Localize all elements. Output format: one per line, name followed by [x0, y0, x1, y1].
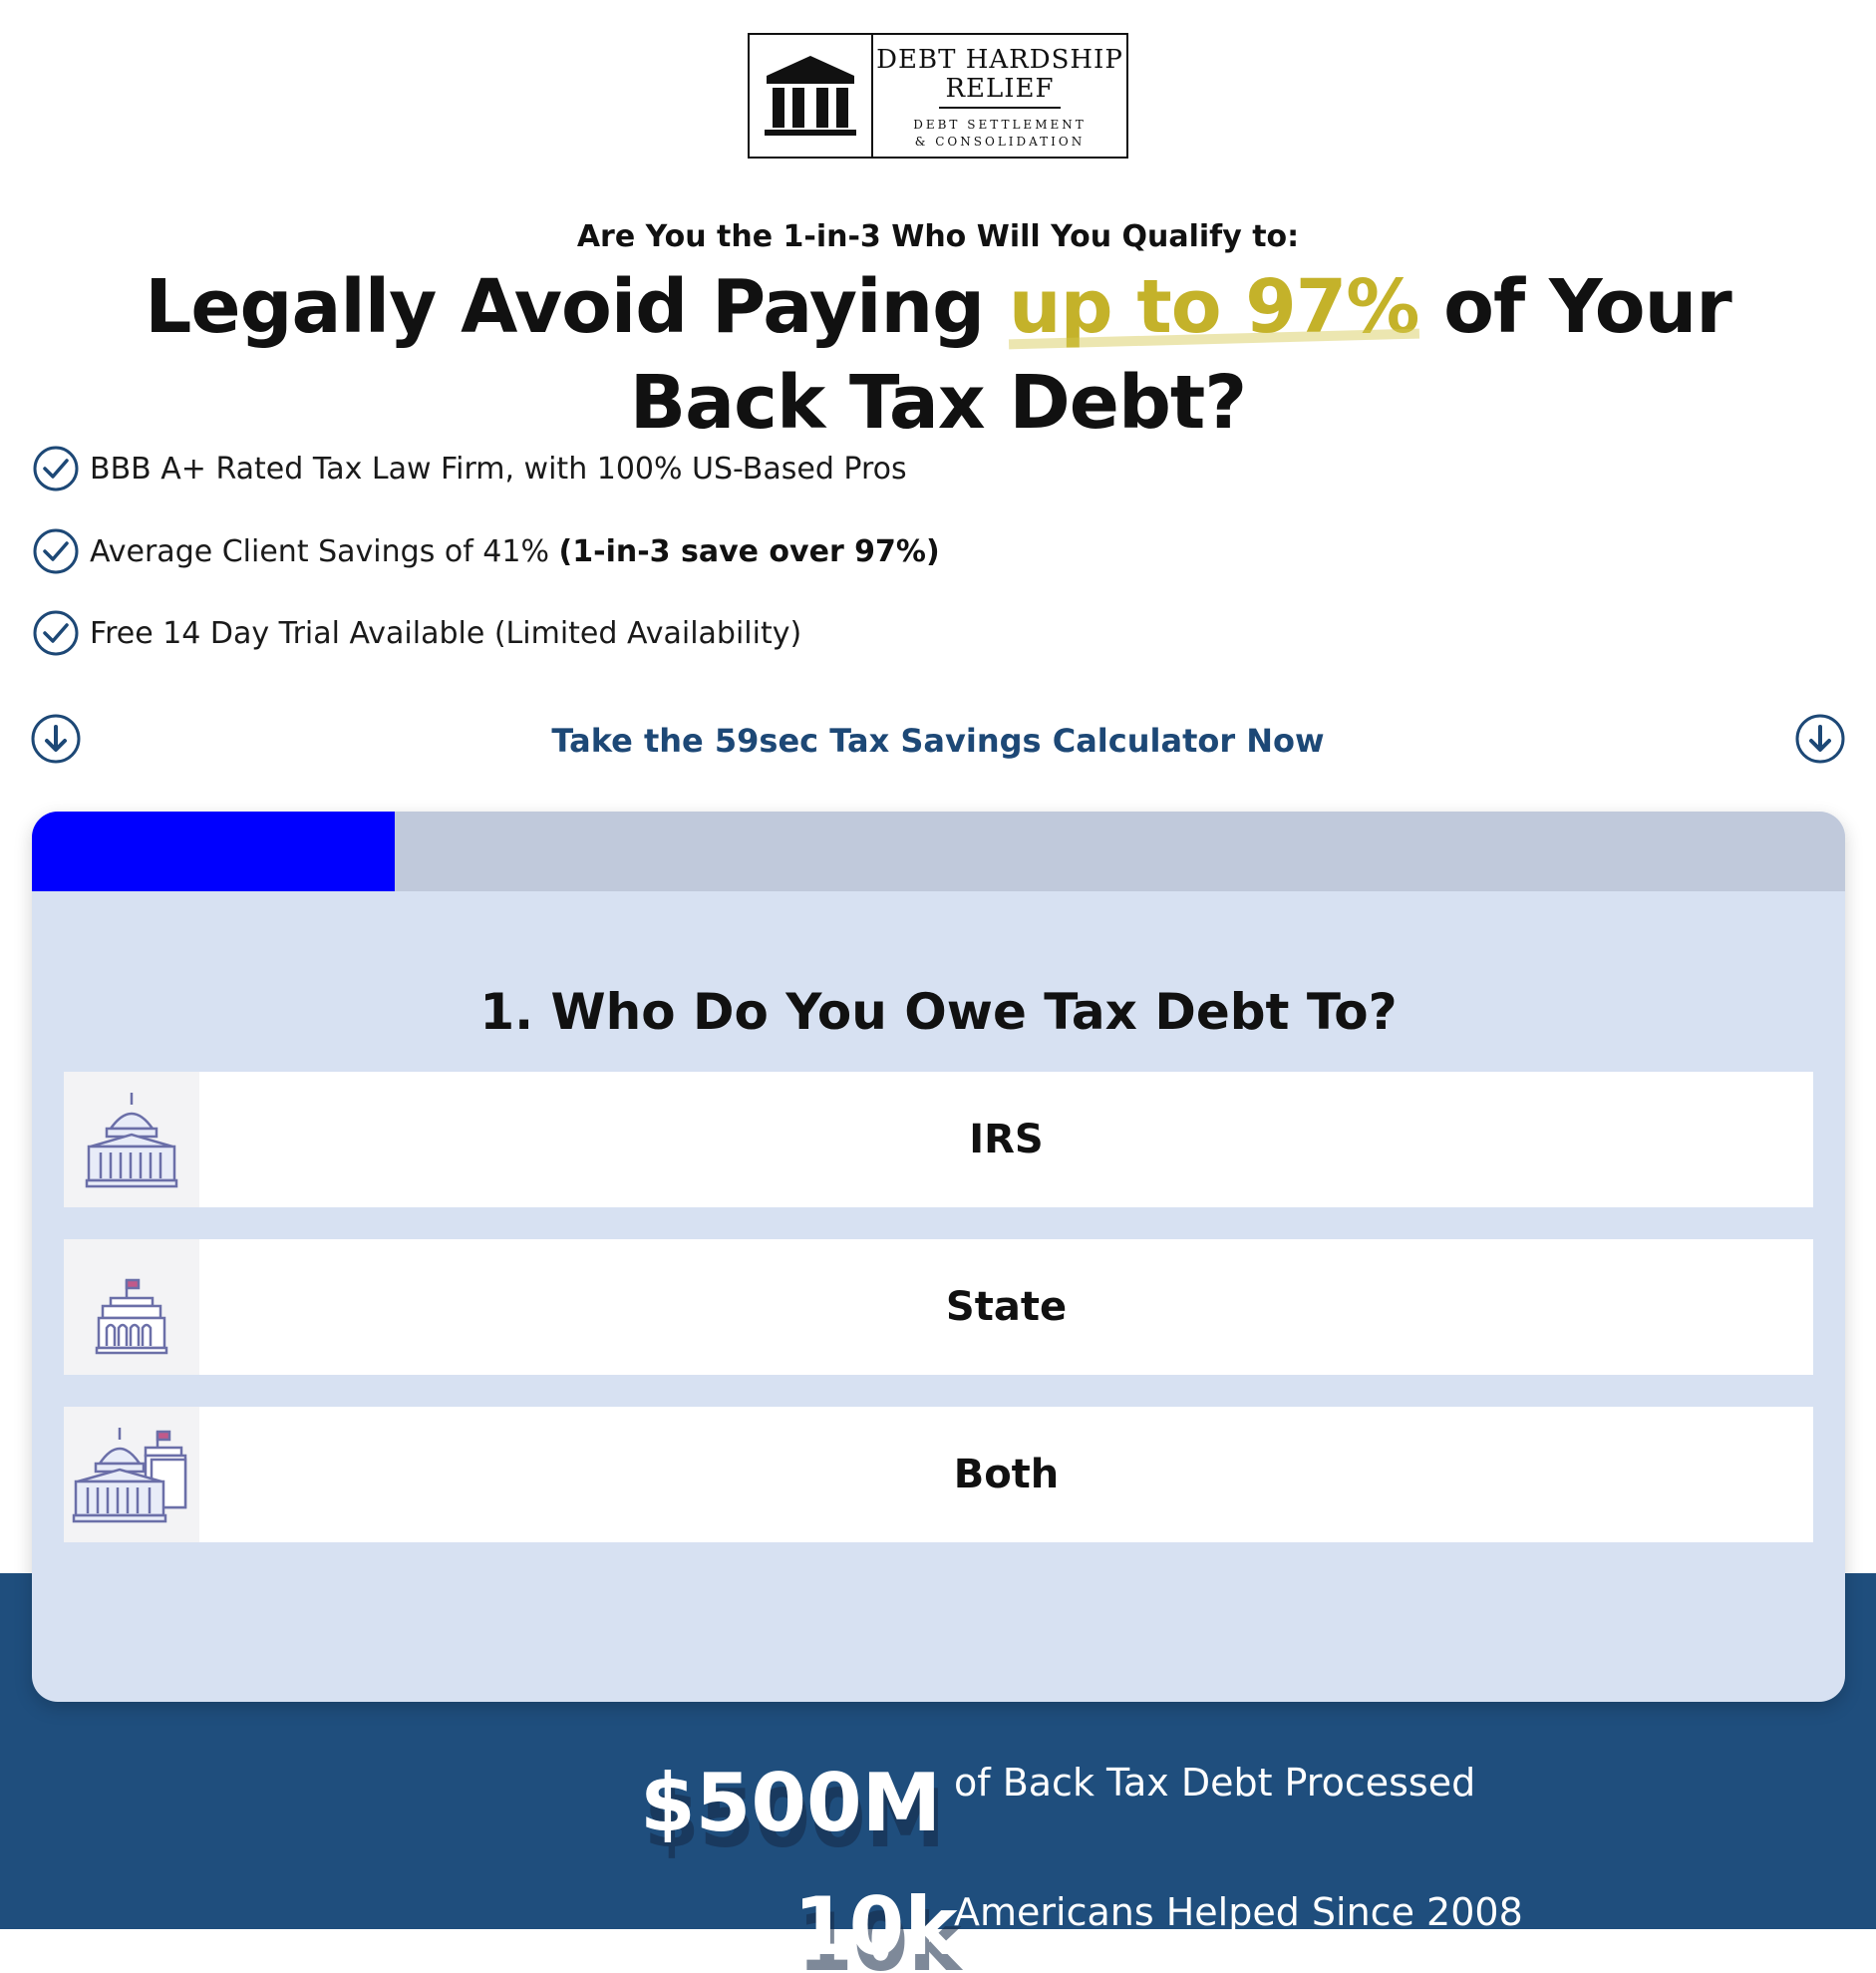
benefit-text: Free 14 Day Trial Available (Limited Ava…	[90, 615, 802, 651]
option-label: IRS	[969, 1117, 1044, 1162]
option-label: State	[945, 1284, 1068, 1330]
benefit-item: Free 14 Day Trial Available (Limited Ava…	[32, 609, 801, 657]
quiz-card: 1. Who Do You Owe Tax Debt To? IRS State…	[32, 812, 1845, 1702]
calculator-cta[interactable]: Take the 59sec Tax Savings Calculator No…	[30, 713, 1846, 765]
quiz-progress-fill	[32, 812, 395, 891]
brand-name-line1: DEBT HARDSHIP	[876, 45, 1123, 75]
brand-text: DEBT HARDSHIP RELIEF DEBT SETTLEMENT & C…	[873, 35, 1126, 157]
hero-eyebrow: Are You the 1-in-3 Who Will You Qualify …	[576, 219, 1300, 254]
hero-headline: Legally Avoid Paying up to 97% of Your B…	[40, 259, 1836, 451]
brand-divider	[939, 107, 1061, 109]
state-building-icon	[64, 1239, 199, 1375]
arrow-down-circle-icon[interactable]	[1794, 713, 1846, 765]
benefit-text: Average Client Savings of 41%	[90, 533, 559, 569]
option-label: Both	[953, 1452, 1060, 1497]
option-irs[interactable]: IRS	[64, 1072, 1813, 1207]
check-circle-icon	[33, 446, 79, 492]
benefit-text: BBB A+ Rated Tax Law Firm, with 100% US-…	[90, 451, 907, 487]
capitol-and-state-building-icon	[64, 1407, 199, 1542]
calculator-cta-link[interactable]: Take the 59sec Tax Savings Calculator No…	[30, 722, 1846, 760]
check-circle-icon	[33, 610, 79, 656]
brand-tagline-line1: DEBT SETTLEMENT	[913, 118, 1087, 132]
stat-label: Americans Helped Since 2008	[954, 1890, 1523, 1934]
stat-number: 10k	[793, 1880, 958, 1973]
quiz-question: 1. Who Do You Owe Tax Debt To?	[479, 983, 1398, 1041]
brand-logo[interactable]: DEBT HARDSHIP RELIEF DEBT SETTLEMENT & C…	[748, 33, 1128, 159]
capitol-building-icon	[64, 1072, 199, 1207]
option-both[interactable]: Both	[64, 1407, 1813, 1542]
option-state[interactable]: State	[64, 1239, 1813, 1375]
headline-highlight: up to 97%	[1008, 264, 1420, 350]
benefit-item: BBB A+ Rated Tax Law Firm, with 100% US-…	[32, 445, 907, 493]
brand-name-line2: RELIEF	[945, 74, 1055, 104]
benefit-bold-text: (1-in-3 save over 97%)	[558, 533, 940, 569]
benefit-item: Average Client Savings of 41% (1-in-3 sa…	[32, 527, 940, 575]
headline-text-before: Legally Avoid Paying	[145, 264, 1009, 350]
check-circle-icon	[33, 528, 79, 574]
brand-tagline-line2: & CONSOLIDATION	[914, 135, 1086, 149]
stat-number: $500M	[640, 1757, 942, 1849]
stat-label: of Back Tax Debt Processed	[954, 1761, 1476, 1805]
quiz-progress-bar	[32, 812, 1845, 891]
courthouse-columns-icon	[750, 35, 873, 157]
